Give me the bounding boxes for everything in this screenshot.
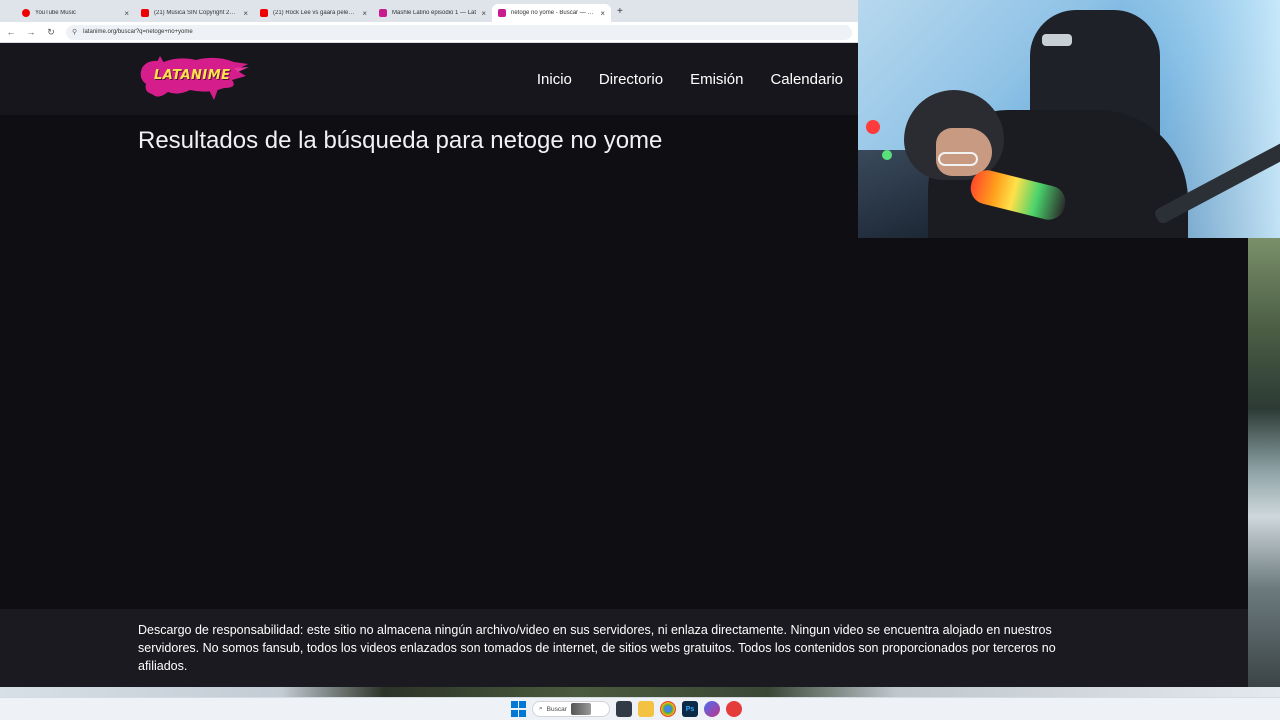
background-window-strip [1248,238,1280,687]
site-info-icon[interactable]: ⚲ [72,28,77,36]
messenger-icon[interactable] [704,701,720,717]
browser-tab-musica[interactable]: (21) Música SIN Copyright 2024 × [135,4,254,22]
nav-directorio[interactable]: Directorio [599,71,663,88]
browser-tab-strip: YouTube Music × (21) Música SIN Copyrigh… [0,0,858,22]
taskbar-search[interactable]: ⌕ Buscar [532,701,610,717]
site-logo[interactable]: LATANIME [138,54,250,102]
red-light [866,120,880,134]
taskbar-items: ⌕ Buscar Ps [510,701,742,717]
latanime-icon [379,9,387,17]
chrome-icon[interactable] [660,701,676,717]
close-icon[interactable]: × [124,9,129,18]
desktop-wallpaper-strip [0,687,1280,697]
browser-toolbar: ← → ↻ ⚲ latanime.org/buscar?q=netoge+no+… [0,22,858,43]
nav-calendario[interactable]: Calendario [770,71,843,88]
address-bar[interactable]: ⚲ latanime.org/buscar?q=netoge+no+yome [66,24,852,40]
glasses [938,152,978,166]
search-highlight-icon [570,703,591,715]
page-title: Resultados de la búsqueda para netoge no… [138,127,663,154]
browser-tab-youtube-music[interactable]: YouTube Music × [16,4,135,22]
reload-button[interactable]: ↻ [46,27,56,38]
browser-tab-mashle[interactable]: Mashle Latino episodio 1 — Lat × [373,4,492,22]
forward-button[interactable]: → [26,27,36,37]
close-icon[interactable]: × [481,9,486,18]
tab-title: YouTube Music [35,10,76,16]
close-icon[interactable]: × [362,9,367,18]
webcam-overlay [858,0,1280,238]
search-icon: ⌕ [539,705,543,712]
taskbar: ⌕ Buscar Ps [0,697,1280,720]
disclaimer-text: Descargo de responsabilidad: este sitio … [138,623,1056,673]
logo-text: LATANIME [154,68,231,83]
latanime-icon [498,9,506,17]
tab-title: Mashle Latino episodio 1 — Lat [392,10,477,16]
back-button[interactable]: ← [6,27,16,37]
youtube-icon [141,9,149,17]
site-header: LATANIME Inicio Directorio Emisión Calen… [0,43,858,115]
url-text: latanime.org/buscar?q=netoge+no+yome [83,29,193,35]
footer-disclaimer: Descargo de responsabilidad: este sitio … [0,609,1248,687]
app-icon[interactable] [726,701,742,717]
file-explorer-icon[interactable] [638,701,654,717]
chair-badge [1042,34,1072,46]
tab-title: (21) Rock Lee vs gaara pelea co [273,10,358,16]
task-view-icon[interactable] [616,701,632,717]
close-icon[interactable]: × [243,9,248,18]
tab-title: netoge no yome - Buscar — Lat [511,10,596,16]
nav-emision[interactable]: Emisión [690,71,743,88]
nav-inicio[interactable]: Inicio [537,71,572,88]
browser-tab-netoge-search[interactable]: netoge no yome - Buscar — Lat × [492,4,611,22]
new-tab-button[interactable]: + [617,6,623,17]
browser-tab-rock-lee[interactable]: (21) Rock Lee vs gaara pelea co × [254,4,373,22]
windows-start-icon[interactable] [510,701,526,717]
photoshop-icon[interactable]: Ps [682,701,698,717]
youtube-music-icon [22,9,30,17]
green-light [882,150,892,160]
tab-title: (21) Música SIN Copyright 2024 [154,10,239,16]
taskbar-search-placeholder: Buscar [546,705,567,713]
close-icon[interactable]: × [600,9,605,18]
main-nav: Inicio Directorio Emisión Calendario [537,43,843,115]
youtube-icon [260,9,268,17]
